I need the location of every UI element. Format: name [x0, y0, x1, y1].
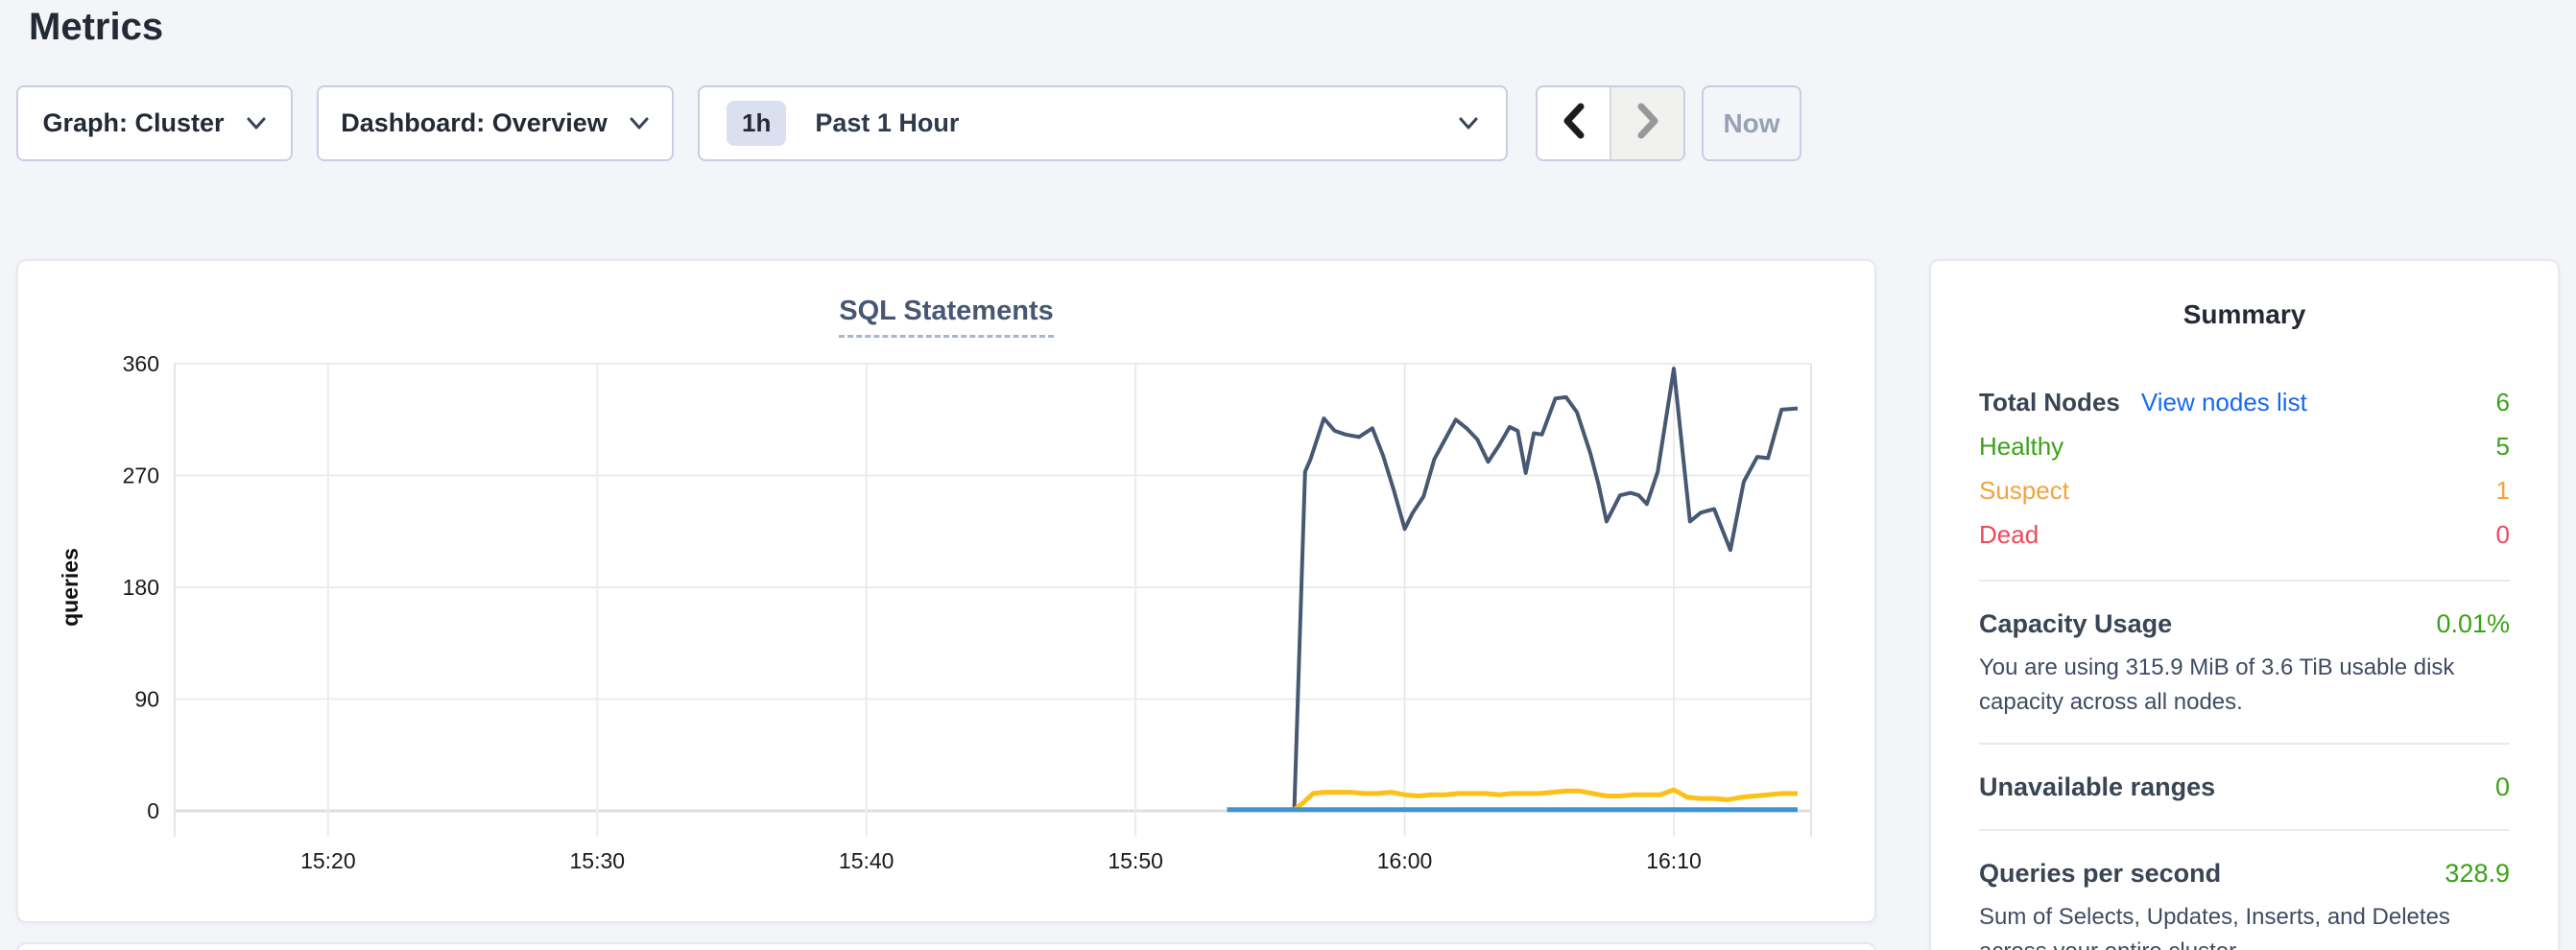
queries-per-second-value: 328.9: [2445, 854, 2510, 892]
capacity-usage-value: 0.01%: [2436, 605, 2510, 643]
capacity-usage-label: Capacity Usage: [1979, 605, 2172, 643]
x-tick-label-16:00: 16:00: [1377, 848, 1433, 873]
total-nodes-row: Total Nodes View nodes list 6: [1979, 380, 2510, 424]
y-tick-label-180: 180: [123, 575, 159, 600]
dead-label: Dead: [1979, 512, 2039, 557]
time-step-buttons: [1536, 85, 1685, 161]
queries-per-second-row: Queries per second 328.9: [1979, 854, 2510, 892]
x-tick-label-16:10: 16:10: [1646, 848, 1702, 873]
queries-per-second-label: Queries per second: [1979, 854, 2221, 892]
y-tick-label-0: 0: [147, 798, 159, 823]
now-button[interactable]: Now: [1702, 85, 1801, 161]
healthy-nodes-row: Healthy 5: [1979, 424, 2510, 468]
next-chart-card-partial: [16, 942, 1876, 950]
chevron-down-icon: [246, 116, 267, 131]
healthy-label: Healthy: [1979, 424, 2063, 468]
chevron-left-icon: [1558, 100, 1590, 147]
divider: [1979, 829, 2510, 831]
metrics-page: { "page": { "title": "Metrics" }, "contr…: [0, 0, 2576, 950]
summary-panel: Summary Total Nodes View nodes list 6 He…: [1929, 259, 2560, 950]
unavailable-ranges-row: Unavailable ranges 0: [1979, 768, 2510, 806]
summary-title: Summary: [1979, 299, 2510, 330]
unavailable-ranges-value: 0: [2495, 768, 2510, 806]
time-range-label: Past 1 Hour: [815, 108, 1458, 138]
chevron-down-icon: [629, 116, 650, 131]
queries-per-second-description: Sum of Selects, Updates, Inserts, and De…: [1979, 900, 2510, 950]
capacity-usage-row: Capacity Usage 0.01%: [1979, 605, 2510, 643]
capacity-usage-description: You are using 315.9 MiB of 3.6 TiB usabl…: [1979, 651, 2510, 720]
y-axis-label: queries: [58, 548, 83, 627]
dead-value: 0: [2496, 512, 2510, 557]
graph-scope-label: Graph: Cluster: [42, 108, 224, 138]
y-tick-label-90: 90: [134, 687, 159, 712]
dashboard-label: Dashboard: Overview: [341, 108, 608, 138]
x-tick-label-15:40: 15:40: [839, 848, 894, 873]
suspect-nodes-row: Suspect 1: [1979, 468, 2510, 512]
total-nodes-label: Total Nodes: [1979, 380, 2120, 424]
y-tick-label-270: 270: [123, 463, 159, 488]
suspect-value: 1: [2496, 468, 2510, 512]
time-range-badge: 1h: [727, 101, 786, 146]
time-range-dropdown[interactable]: 1h Past 1 Hour: [698, 85, 1508, 161]
unavailable-ranges-label: Unavailable ranges: [1979, 768, 2215, 806]
dead-nodes-row: Dead 0: [1979, 512, 2510, 557]
sql-statements-chart-card: SQL Statements 09018027036015:2015:3015:…: [16, 259, 1876, 923]
chevron-right-icon: [1632, 100, 1664, 147]
dashboard-dropdown[interactable]: Dashboard: Overview: [317, 85, 674, 161]
view-nodes-list-link[interactable]: View nodes list: [2141, 380, 2307, 424]
series-navy: [1295, 368, 1798, 808]
total-nodes-value: 6: [2496, 380, 2510, 424]
metrics-controls: Graph: Cluster Dashboard: Overview 1h Pa…: [16, 85, 1801, 161]
x-tick-label-15:20: 15:20: [300, 848, 356, 873]
divider: [1979, 580, 2510, 582]
page-title: Metrics: [29, 6, 163, 49]
y-tick-label-360: 360: [123, 351, 159, 376]
x-tick-label-15:30: 15:30: [569, 848, 625, 873]
divider: [1979, 743, 2510, 745]
graph-scope-dropdown[interactable]: Graph: Cluster: [16, 85, 293, 161]
chevron-down-icon: [1458, 116, 1479, 131]
healthy-value: 5: [2496, 424, 2510, 468]
previous-time-button[interactable]: [1538, 87, 1610, 159]
next-time-button[interactable]: [1610, 87, 1683, 159]
x-tick-label-15:50: 15:50: [1108, 848, 1163, 873]
sql-statements-chart[interactable]: 0 90 180 270 360 15:20 15:30 15:40 15:50 16:00 16:…: [18, 261, 1878, 925]
series-yellow: [1295, 790, 1798, 810]
suspect-label: Suspect: [1979, 468, 2069, 512]
now-button-label: Now: [1723, 108, 1779, 139]
